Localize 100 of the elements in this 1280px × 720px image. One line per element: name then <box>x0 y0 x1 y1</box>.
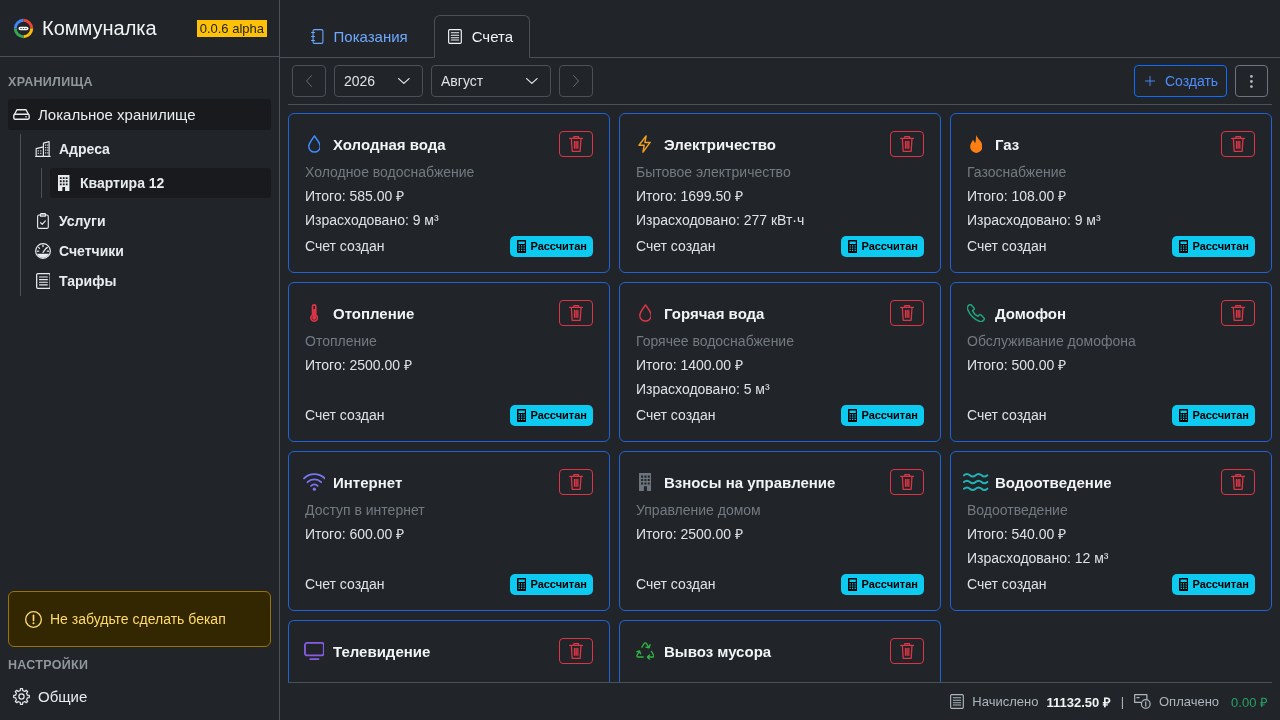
paid-amount: 0.00 ₽ <box>1231 693 1268 711</box>
service-name: Горячее водоснабжение <box>636 332 795 351</box>
calculator-icon <box>1179 239 1189 253</box>
calculator-icon <box>517 239 527 253</box>
badge-label: Рассчитан <box>530 578 587 590</box>
sidebar-tree-item[interactable]: Локальное хранилище <box>8 99 271 130</box>
list-document-icon <box>950 694 965 709</box>
service-name: Водоотведение <box>967 501 1069 520</box>
gear-icon <box>13 688 30 705</box>
accrued-amount: 11132.50 ₽ <box>1046 693 1111 711</box>
total-text: Итого: 1400.00 ₽ <box>636 356 744 375</box>
building-icon <box>58 175 70 191</box>
trash-icon <box>568 136 584 152</box>
chevron-left-icon <box>305 75 313 87</box>
service-name: Доступ в интернет <box>305 501 426 520</box>
badge-label: Рассчитан <box>1192 409 1249 421</box>
calculator-icon <box>517 408 527 422</box>
trash-icon <box>568 305 584 321</box>
status-text: Счет создан <box>967 406 1047 425</box>
consumption-text: Израсходовано: 277 кВт·ч <box>636 211 806 230</box>
trash-icon <box>899 136 915 152</box>
trash-icon <box>568 643 584 659</box>
accrued-label: Начислено <box>972 694 1039 709</box>
plus-icon <box>1144 76 1155 86</box>
version-badge: 0.0.6 alpha <box>196 19 267 37</box>
status-text: Счет создан <box>967 575 1047 594</box>
calculator-icon <box>848 239 858 253</box>
delete-button[interactable] <box>890 131 924 157</box>
logo-icon <box>13 17 34 39</box>
tab[interactable]: Показания <box>297 15 425 58</box>
delete-button[interactable] <box>559 469 593 495</box>
status-text: Счет создан <box>636 575 716 594</box>
trash-icon <box>568 474 584 490</box>
consumption-text: Израсходовано: 5 м³ <box>636 380 771 399</box>
delete-button[interactable] <box>1221 131 1255 157</box>
consumption-text: Израсходовано: 9 м³ <box>305 211 440 230</box>
sidebar-tree-item[interactable]: Тарифы <box>29 266 271 296</box>
badge-label: Рассчитан <box>1192 240 1249 252</box>
delete-button[interactable] <box>890 638 924 664</box>
service-name: Холодное водоснабжение <box>305 163 476 182</box>
separator-text: | <box>1120 694 1125 709</box>
month-select[interactable]: Август <box>431 65 551 97</box>
delete-button[interactable] <box>1221 469 1255 495</box>
hard-drive-icon <box>13 109 30 120</box>
tab[interactable]: Счета <box>433 15 531 58</box>
chevron-down-icon <box>398 78 410 84</box>
paid-label: Оплачено <box>1159 694 1220 709</box>
delete-button[interactable] <box>559 638 593 664</box>
sidebar-tree-item[interactable]: Адреса <box>29 134 271 164</box>
more-options-button[interactable] <box>1235 65 1268 97</box>
trash-icon <box>1230 474 1246 490</box>
alert-text: Не забудьте сделать бекап <box>50 611 226 627</box>
trash-icon <box>1230 136 1246 152</box>
bill-title: Холодная вода <box>333 135 447 153</box>
delete-button[interactable] <box>890 300 924 326</box>
status-text: Счет создан <box>305 406 385 425</box>
service-name: Газоснабжение <box>967 163 1068 182</box>
delete-button[interactable] <box>890 469 924 495</box>
calculator-icon <box>1179 408 1189 422</box>
total-text: Итого: 585.00 ₽ <box>305 187 406 206</box>
create-button[interactable]: Создать <box>1134 65 1227 97</box>
status-text: Счет создан <box>636 237 716 256</box>
total-text: Итого: 600.00 ₽ <box>305 525 406 544</box>
sidebar-tree-item[interactable]: Счетчики <box>29 236 271 266</box>
bill-title: Электричество <box>664 135 777 153</box>
service-name: Управление домом <box>636 501 762 520</box>
speedometer-icon <box>35 243 51 259</box>
next-month-button[interactable] <box>559 65 593 97</box>
exclamation-circle-icon <box>25 610 42 628</box>
total-text: Итого: 108.00 ₽ <box>967 187 1068 206</box>
previous-month-button[interactable] <box>292 65 326 97</box>
delete-button[interactable] <box>559 300 593 326</box>
badge-label: Рассчитан <box>530 409 587 421</box>
year-select[interactable]: 2026 <box>334 65 423 97</box>
badge-label: Рассчитан <box>861 240 918 252</box>
delete-button[interactable] <box>1221 300 1255 326</box>
total-text: Итого: 2500.00 ₽ <box>636 525 744 544</box>
total-text: Итого: 540.00 ₽ <box>967 525 1068 544</box>
bill-title: Отопление <box>333 304 416 322</box>
trash-icon <box>1230 305 1246 321</box>
total-text: Итого: 2500.00 ₽ <box>305 356 413 375</box>
section-heading: НАСТРОЙКИ <box>8 657 90 673</box>
sidebar-tree-item[interactable]: Услуги <box>29 206 271 236</box>
bill-title: Горячая вода <box>664 304 766 322</box>
notebook-icon <box>311 29 324 44</box>
delete-button[interactable] <box>559 131 593 157</box>
list-document-icon <box>447 29 462 44</box>
consumption-text: Израсходовано: 12 м³ <box>967 549 1110 568</box>
sidebar-tree-item[interactable]: Квартира 12 <box>50 168 271 198</box>
app-title: Коммуналка <box>42 16 158 40</box>
trash-icon <box>899 643 915 659</box>
total-text: Итого: 1699.50 ₽ <box>636 187 744 206</box>
buildings-icon <box>35 141 51 157</box>
status-text: Счет создан <box>305 575 385 594</box>
clipboard-check-icon <box>37 213 49 229</box>
settings-item[interactable]: Общие <box>8 681 271 712</box>
badge-label: Рассчитан <box>1192 578 1249 590</box>
cash-coin-icon <box>1134 694 1151 709</box>
total-text: Итого: 500.00 ₽ <box>967 356 1068 375</box>
trash-icon <box>899 474 915 490</box>
